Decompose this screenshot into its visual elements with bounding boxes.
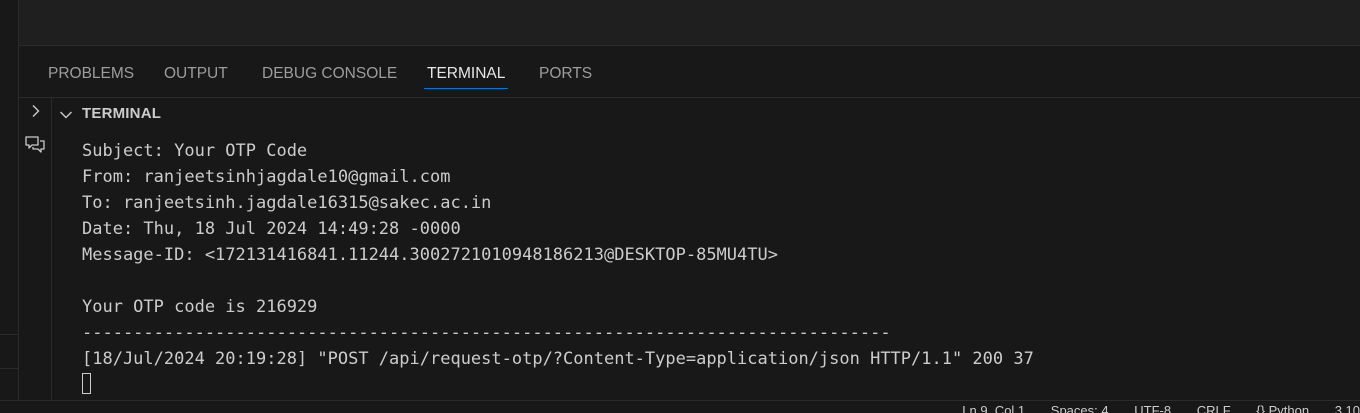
panel-tab-bar: PROBLEMS OUTPUT DEBUG CONSOLE TERMINAL P… [19,46,1360,98]
status-bar: Ln 9, Col 1 Spaces: 4 UTF-8 CRLF {} Pyth… [0,400,1360,413]
comment-discussion-icon[interactable] [24,134,46,156]
status-language[interactable]: {} Python [1256,403,1309,413]
chevron-right-icon[interactable] [29,104,43,118]
strip-divider [0,334,18,335]
status-interpreter-version[interactable]: 3.10 [1335,403,1360,413]
terminal-line: Subject: Your OTP Code [82,141,308,161]
status-encoding[interactable]: UTF-8 [1134,403,1171,413]
status-items: Ln 9, Col 1 Spaces: 4 UTF-8 CRLF {} Pyth… [940,403,1360,413]
terminal-line: Date: Thu, 18 Jul 2024 14:49:28 -0000 [82,219,461,239]
tab-ports[interactable]: PORTS [539,65,592,83]
terminal-line: ----------------------------------------… [82,323,891,343]
activity-strip [0,0,19,400]
terminal-side-column [19,98,52,400]
terminal-line: [18/Jul/2024 20:19:28] "POST /api/reques… [82,349,1034,369]
terminal-output[interactable]: Subject: Your OTP Code From: ranjeetsinh… [52,130,1360,400]
terminal-cursor [82,373,91,394]
terminal-line: Message-ID: <172131416841.11244.30027210… [82,245,778,265]
status-indentation[interactable]: Spaces: 4 [1051,403,1109,413]
terminal-section-title: TERMINAL [82,105,162,122]
tab-terminal[interactable]: TERMINAL [423,65,509,89]
terminal-section-header[interactable]: TERMINAL [52,98,1360,130]
vscode-window: PROBLEMS OUTPUT DEBUG CONSOLE TERMINAL P… [0,0,1360,413]
status-cursor-position[interactable]: Ln 9, Col 1 [962,403,1025,413]
terminal-line: Your OTP code is 216929 [82,297,318,317]
editor-area [19,0,1360,46]
status-line-ending[interactable]: CRLF [1197,403,1231,413]
terminal-line: To: ranjeetsinh.jagdale16315@sakec.ac.in [82,193,492,213]
tab-problems[interactable]: PROBLEMS [48,65,134,83]
terminal-line: From: ranjeetsinhjagdale10@gmail.com [82,167,451,187]
strip-divider [0,368,18,369]
tab-debug-console[interactable]: DEBUG CONSOLE [262,65,397,83]
chevron-down-icon[interactable] [58,107,74,123]
tab-output[interactable]: OUTPUT [164,65,228,83]
